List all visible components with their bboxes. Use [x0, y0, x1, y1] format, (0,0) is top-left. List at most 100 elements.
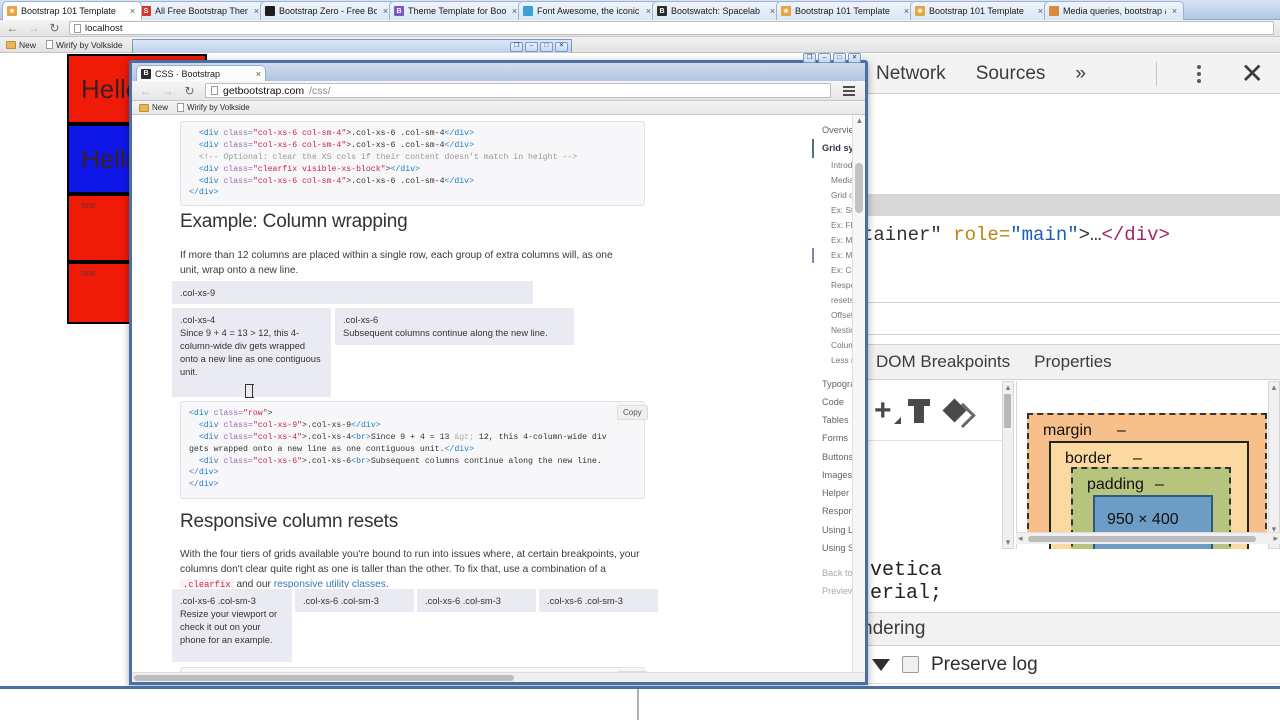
- code-line-5: </div>: [189, 187, 636, 199]
- scroll-up-icon[interactable]: ▲: [853, 115, 866, 127]
- tab-network[interactable]: Network: [876, 63, 946, 85]
- restore-icon[interactable]: ❐: [510, 41, 523, 52]
- browser-tab-1[interactable]: SAll Free Bootstrap Themes×: [136, 1, 266, 20]
- code-line-0: <div class="col-xs-6 col-sm-4">.col-xs-6…: [189, 128, 636, 140]
- bookmark-1[interactable]: Wirify by Volkside: [177, 103, 250, 112]
- border-value[interactable]: –: [1133, 450, 1142, 468]
- address-bar[interactable]: localhost: [69, 21, 1274, 35]
- grid-col-xs-9: .col-xs-9: [171, 280, 534, 305]
- tab-sources[interactable]: Sources: [976, 63, 1046, 85]
- section-heading-2: Responsive column resets: [180, 511, 399, 532]
- inner-tabstrip: B CSS · Bootstrap × ❐ – □ ✕: [132, 53, 865, 81]
- pin-icon[interactable]: [907, 398, 930, 423]
- bookmark-0[interactable]: New: [6, 40, 36, 50]
- more-options-icon[interactable]: [1187, 64, 1211, 83]
- tab-close-icon[interactable]: ×: [128, 6, 137, 16]
- reload-icon[interactable]: ↻: [48, 22, 61, 34]
- box-model-hscrollbar[interactable]: ◂ ▸: [1016, 532, 1280, 544]
- minimize-icon[interactable]: –: [525, 41, 538, 52]
- margin-label: margin: [1043, 422, 1092, 439]
- inner-window-controls[interactable]: ❐ – □ ✕: [803, 53, 861, 63]
- styles-scrollbar[interactable]: ▴ ▾: [1002, 381, 1014, 549]
- maximize-icon[interactable]: □: [833, 53, 846, 63]
- inner-reload-icon[interactable]: ↻: [183, 85, 196, 97]
- chrome-menu-icon[interactable]: [840, 85, 858, 96]
- code-line-4: <div class="col-xs-6 col-sm-4">.col-xs-6…: [189, 176, 636, 188]
- rendering-drawer-tab[interactable]: ndering: [862, 612, 1280, 646]
- browser-tab-2[interactable]: Bootstrap Zero - Free Boots×: [260, 1, 395, 20]
- inner-address-bar[interactable]: getbootstrap.com/css/: [205, 83, 831, 98]
- grid-col-label: .col-xs-6: [343, 315, 379, 325]
- code-line-6: </div>: [189, 479, 636, 491]
- browser-tab-7[interactable]: ★ Bootstrap 101 Template ×: [910, 1, 1050, 20]
- inner-page-icon: [211, 86, 218, 95]
- close-icon[interactable]: ✕: [1241, 59, 1280, 88]
- box-model-scrollbar[interactable]: ▴ ▾: [1268, 381, 1280, 549]
- inner-tab-css-bootstrap[interactable]: B CSS · Bootstrap ×: [136, 65, 266, 81]
- bookmark-1[interactable]: Wirify by Volkside: [46, 40, 123, 50]
- chevron-down-icon[interactable]: [872, 658, 890, 671]
- page-viewport: <div class="col-xs-6 col-sm-4">.col-xs-6…: [132, 115, 865, 682]
- code-token: <!-- Optional: clear the XS cols if thei…: [189, 152, 578, 162]
- page-hscrollbar[interactable]: [132, 672, 865, 682]
- code-token: >.col-xs-6 .col-sm-4: [346, 140, 445, 150]
- maximize-icon[interactable]: □: [540, 41, 553, 52]
- code-block-mid: <div class="row"> <div class="col-xs-9">…: [180, 401, 645, 499]
- tab-overflow-icon[interactable]: »: [1075, 63, 1086, 85]
- copy-button-1[interactable]: Copy: [617, 405, 648, 420]
- browser-tab-8[interactable]: Media queries, bootstrap an ×: [1044, 1, 1184, 20]
- close-window-icon[interactable]: ✕: [848, 53, 861, 63]
- padding-value[interactable]: –: [1155, 476, 1164, 494]
- hscrollbar-thumb[interactable]: [134, 675, 514, 681]
- preserve-log-checkbox[interactable]: [902, 656, 919, 673]
- tab-dom-breakpoints[interactable]: DOM Breakpoints: [876, 352, 1010, 372]
- code-token: class=: [223, 176, 253, 186]
- margin-value[interactable]: –: [1117, 422, 1126, 440]
- code-token: <div: [198, 432, 224, 442]
- tab-close-icon[interactable]: ×: [1170, 6, 1179, 16]
- code-token: <div: [198, 140, 224, 150]
- browser-tab-4[interactable]: Font Awesome, the iconic f ×: [518, 1, 658, 20]
- dom-attr: role=: [941, 224, 1011, 246]
- back-icon[interactable]: ←: [6, 22, 19, 34]
- devtools-tabbar: Network Sources » ✕: [862, 54, 1280, 94]
- star-icon: ★: [7, 6, 17, 16]
- content-size[interactable]: 950 × 400: [1107, 511, 1179, 529]
- devtools-sidebar-tabs: DOM Breakpoints Properties: [862, 344, 1280, 380]
- code-token: gets wrapped onto a new line as one cont…: [189, 444, 445, 454]
- bookmark-0[interactable]: New: [139, 103, 168, 112]
- code-token: >.col-xs-6: [302, 456, 352, 466]
- browser-tab-label: Bootstrap Zero - Free Boots: [279, 6, 377, 16]
- s-letter-icon: S: [141, 6, 151, 16]
- restore-icon[interactable]: ❐: [803, 53, 816, 63]
- close-window-icon[interactable]: ✕: [555, 41, 568, 52]
- inner-back-icon[interactable]: ←: [139, 85, 152, 97]
- add-icon[interactable]: +: [874, 395, 900, 426]
- browser-tab-label: All Free Bootstrap Themes: [155, 6, 248, 16]
- browser-tab-0[interactable]: ★ Bootstrap 101 Template ×: [2, 1, 142, 20]
- browser-tab-5[interactable]: B Bootswatch: Spacelab ×: [652, 1, 782, 20]
- page-scrollbar[interactable]: ▲ ▼: [852, 115, 865, 682]
- code-token: class=: [213, 409, 244, 418]
- browser-tab-3[interactable]: B Theme Template for Bootst ×: [389, 1, 524, 20]
- diamond-icon[interactable]: [942, 398, 967, 423]
- inner-tab-close-icon[interactable]: ×: [256, 69, 261, 79]
- tab-properties[interactable]: Properties: [1034, 352, 1111, 372]
- code-token: >.col-xs-6 .col-sm-4: [346, 129, 445, 138]
- code-token: >.col-xs-9: [302, 420, 352, 430]
- code-token: class=: [223, 420, 253, 430]
- background-window-titlebar[interactable]: ❐ – □ ✕: [132, 39, 572, 53]
- forward-icon[interactable]: →: [27, 22, 40, 34]
- star-icon: ★: [915, 6, 925, 16]
- code-token: class=: [223, 456, 253, 466]
- code-token: "col-xs-6 col-sm-4": [252, 176, 347, 186]
- scrollbar-thumb[interactable]: [855, 163, 863, 213]
- inner-browser-window[interactable]: B CSS · Bootstrap × ❐ – □ ✕ ← → ↻ getbootst…: [129, 53, 868, 685]
- inner-forward-icon[interactable]: →: [161, 85, 174, 97]
- code-token: <br>: [351, 456, 371, 466]
- code-token: <div: [198, 420, 224, 430]
- minimize-icon[interactable]: –: [818, 53, 831, 63]
- browser-tab-6[interactable]: ★ Bootstrap 101 Template ×: [776, 1, 916, 20]
